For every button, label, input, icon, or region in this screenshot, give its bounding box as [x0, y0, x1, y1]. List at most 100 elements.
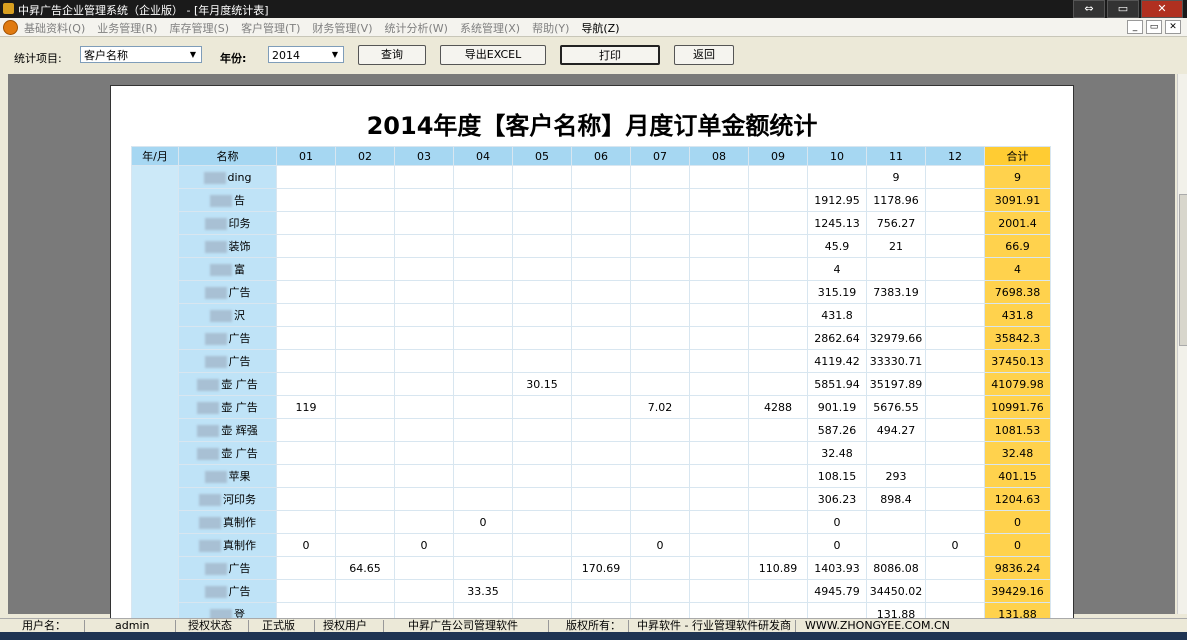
- month-value-cell: [571, 372, 631, 396]
- row-total-cell: 0: [984, 533, 1051, 557]
- month-value-cell: [925, 188, 985, 212]
- month-value-cell: [512, 556, 572, 580]
- month-value-cell: 431.8: [807, 303, 867, 327]
- month-value-cell: [394, 188, 454, 212]
- menu-item[interactable]: 帮助(Y): [532, 20, 569, 36]
- month-value-cell: [394, 165, 454, 189]
- month-value-cell: [571, 234, 631, 258]
- menu-item[interactable]: 导航(Z): [581, 20, 619, 36]
- month-value-cell: [512, 165, 572, 189]
- month-value-cell: [453, 464, 513, 488]
- month-value-cell: [394, 464, 454, 488]
- customer-name-cell: 真制作: [178, 510, 277, 534]
- mdi-restore-icon[interactable]: ▭: [1146, 20, 1162, 34]
- maximize-button[interactable]: ▭: [1107, 0, 1139, 18]
- month-value-cell: [276, 280, 336, 304]
- month-value-cell: [630, 510, 690, 534]
- month-value-cell: [512, 464, 572, 488]
- column-header: 09: [748, 146, 808, 166]
- column-header: 02: [335, 146, 395, 166]
- month-value-cell: [689, 303, 749, 327]
- stat-item-select[interactable]: 客户名称 ▼: [80, 46, 202, 63]
- vertical-scrollbar[interactable]: [1177, 74, 1187, 614]
- month-value-cell: 898.4: [866, 487, 926, 511]
- month-value-cell: 1403.93: [807, 556, 867, 580]
- month-value-cell: 306.23: [807, 487, 867, 511]
- close-button[interactable]: ✕: [1141, 0, 1183, 18]
- month-value-cell: [512, 418, 572, 442]
- chevron-down-icon[interactable]: ▼: [186, 48, 200, 61]
- customer-name-cell: 沢: [178, 303, 277, 327]
- month-value-cell: [276, 211, 336, 235]
- table-row: 告 1912.95 1178.96 3091.91: [132, 188, 1051, 212]
- month-value-cell: [335, 234, 395, 258]
- mdi-minimize-icon[interactable]: _: [1127, 20, 1143, 34]
- month-value-cell: [689, 510, 749, 534]
- month-value-cell: [571, 257, 631, 281]
- row-total-cell: 1081.53: [984, 418, 1051, 442]
- month-value-cell: [689, 556, 749, 580]
- scroll-thumb[interactable]: [1179, 194, 1187, 346]
- month-value-cell: [689, 579, 749, 603]
- mdi-close-icon[interactable]: ✕: [1165, 20, 1181, 34]
- month-value-cell: [689, 464, 749, 488]
- redacted-mask: [210, 195, 232, 207]
- month-value-cell: [571, 579, 631, 603]
- month-value-cell: [748, 257, 808, 281]
- month-value-cell: 315.19: [807, 280, 867, 304]
- month-value-cell: 494.27: [866, 418, 926, 442]
- month-value-cell: [630, 188, 690, 212]
- table-row: 富 4 4: [132, 257, 1051, 281]
- customer-name-cell: 广告: [178, 349, 277, 373]
- month-value-cell: [689, 326, 749, 350]
- month-value-cell: [276, 556, 336, 580]
- menu-item[interactable]: 系统管理(X): [460, 20, 520, 36]
- month-value-cell: [276, 188, 336, 212]
- month-value-cell: [571, 533, 631, 557]
- menu-item[interactable]: 业务管理(R): [97, 20, 157, 36]
- query-button[interactable]: 查询: [358, 45, 426, 65]
- month-value-cell: [630, 579, 690, 603]
- month-value-cell: [630, 257, 690, 281]
- title-bar: 中昇广告企业管理系统（企业版） - [年月度统计表] ⇔ ▭ ✕: [0, 0, 1187, 18]
- menu-item[interactable]: 统计分析(W): [384, 20, 447, 36]
- month-value-cell: 7.02: [630, 395, 690, 419]
- month-value-cell: [512, 579, 572, 603]
- menu-item[interactable]: 基础资料(Q): [24, 20, 85, 36]
- month-value-cell: [453, 349, 513, 373]
- customer-name-cell: ding: [178, 165, 277, 189]
- redacted-mask: [204, 586, 227, 598]
- redacted-mask: [210, 264, 232, 276]
- month-value-cell: [394, 395, 454, 419]
- month-value-cell: [394, 326, 454, 350]
- month-value-cell: [394, 510, 454, 534]
- month-value-cell: [335, 418, 395, 442]
- table-row: 广告 2862.64 32979.66 35842.3: [132, 326, 1051, 350]
- year-select[interactable]: 2014 ▼: [268, 46, 344, 63]
- customer-name-cell: 广告: [178, 556, 277, 580]
- stat-item-label: 统计项目:: [14, 52, 62, 65]
- month-value-cell: [394, 280, 454, 304]
- os-taskbar: [0, 632, 1187, 640]
- back-button[interactable]: 返回: [674, 45, 734, 65]
- month-value-cell: [571, 441, 631, 465]
- chevron-down-icon[interactable]: ▼: [328, 48, 342, 61]
- month-value-cell: [571, 188, 631, 212]
- month-value-cell: [453, 487, 513, 511]
- export-excel-button[interactable]: 导出EXCEL: [440, 45, 546, 65]
- row-total-cell: 10991.76: [984, 395, 1051, 419]
- column-header: 12: [925, 146, 985, 166]
- month-value-cell: [571, 464, 631, 488]
- print-button[interactable]: 打印: [560, 45, 660, 65]
- restore-button[interactable]: ⇔: [1073, 0, 1105, 18]
- menu-item[interactable]: 财务管理(V): [312, 20, 372, 36]
- month-value-cell: 0: [453, 510, 513, 534]
- month-value-cell: [394, 257, 454, 281]
- month-value-cell: [512, 211, 572, 235]
- month-value-cell: 108.15: [807, 464, 867, 488]
- menu-item[interactable]: 客户管理(T): [241, 20, 300, 36]
- menu-item[interactable]: 库存管理(S): [169, 20, 229, 36]
- month-value-cell: 45.9: [807, 234, 867, 258]
- month-value-cell: [335, 372, 395, 396]
- month-value-cell: [630, 487, 690, 511]
